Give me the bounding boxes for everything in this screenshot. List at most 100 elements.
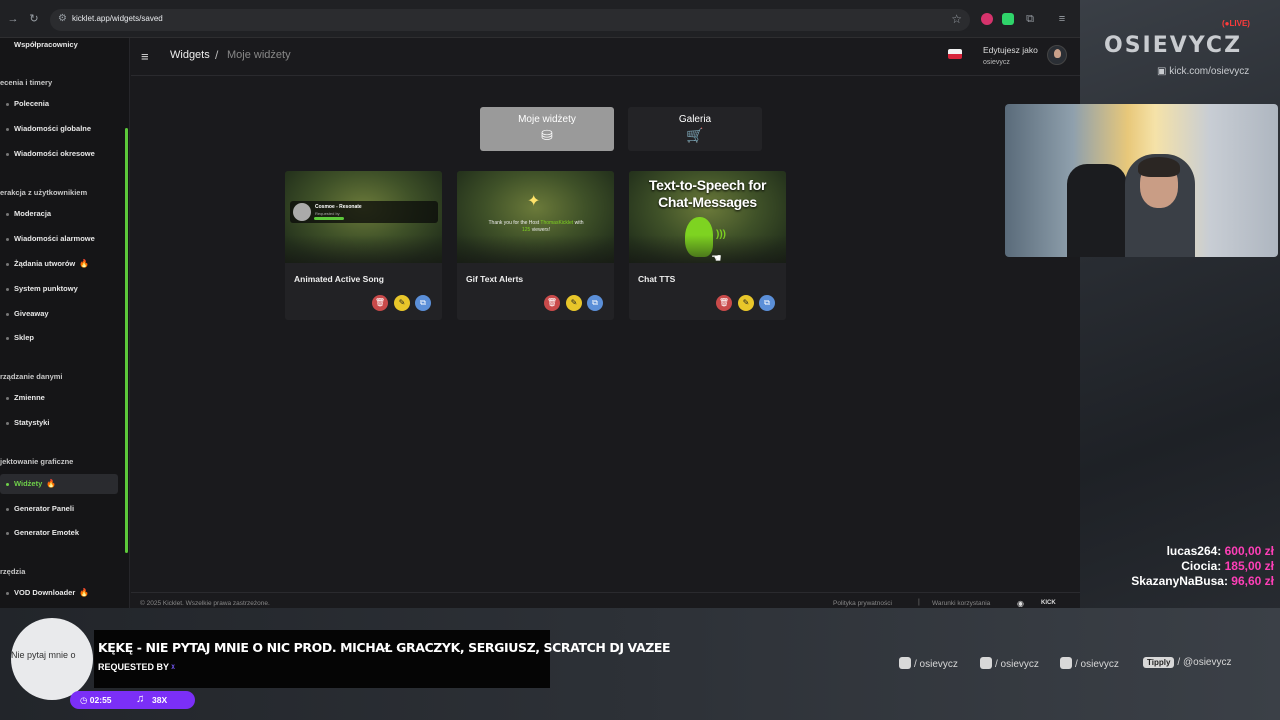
avatar[interactable] — [1047, 45, 1067, 65]
url-text: kicklet.app/widgets/saved — [72, 14, 163, 23]
sidebar-item-zadania-utworow[interactable]: Żądania utworów 🔥 — [0, 254, 118, 274]
bookmark-star-icon[interactable]: ☆ — [951, 12, 962, 26]
extensions-puzzle-icon[interactable]: ⧉ — [1023, 12, 1037, 26]
requested-by-label: REQUESTED BY ᵡ — [98, 662, 175, 672]
sidebar-item-wspolpracownicy[interactable]: Współpracownicy — [0, 35, 118, 55]
sidebar-section-title: rzędzia — [0, 567, 26, 576]
sidebar-item-statystyki[interactable]: Statystyki — [0, 413, 118, 433]
browser-toolbar: → ↻ ⚙ kicklet.app/widgets/saved ☆ ⧉ ≡ — [0, 0, 1080, 38]
fire-icon: 🔥 — [79, 588, 90, 597]
sidebar-scrollbar[interactable] — [125, 128, 128, 553]
donor-entry: Ciocia: 185,00 zł — [1181, 559, 1274, 573]
widget-card-gif-text-alerts[interactable]: ✦ Thank you for the Host ThomasKicklet w… — [457, 171, 614, 320]
privacy-link[interactable]: Polityka prywatności — [833, 600, 892, 607]
sidebar-item-polecenia[interactable]: Polecenia — [0, 94, 118, 114]
extension-red-icon[interactable] — [981, 13, 993, 25]
user-name: osievycz — [983, 59, 1010, 66]
speaking-head-icon — [685, 217, 713, 257]
page-footer: © 2025 Kicklet. Wszelkie prawa zastrzeżo… — [131, 592, 1080, 608]
breadcrumb-widgets[interactable]: Widgets — [170, 49, 210, 61]
album-art: Nie pytaj mnie o — [11, 618, 93, 700]
edit-button[interactable]: ✎ — [566, 295, 582, 311]
now-playing-bar — [94, 630, 550, 688]
alert-preview-text: Thank you for the Host ThomasKicklet wit… — [488, 220, 584, 233]
copy-button[interactable]: ⧉ — [415, 295, 431, 311]
delete-button[interactable]: 🗑 — [716, 295, 732, 311]
widget-preview: Text-to-Speech for Chat-Messages ))) — [629, 171, 786, 263]
site-info-icon[interactable]: ⚙ — [58, 13, 67, 24]
sidebar-section-title: ecenia i timery — [0, 78, 53, 87]
terms-link[interactable]: Warunki korzystania — [932, 600, 990, 607]
main-content: Moje widżety ⛁ Galeria 🛒 Cosmoe - Resona… — [131, 77, 1080, 608]
social-tiktok: / osievycz — [980, 657, 1039, 670]
delete-button[interactable]: 🗑 — [372, 295, 388, 311]
address-bar[interactable]: ⚙ kicklet.app/widgets/saved ☆ — [50, 9, 970, 31]
song-preview-bar: Cosmoe - Resonate Requested by — [290, 201, 438, 223]
tts-preview-title: Text-to-Speech for Chat-Messages — [648, 177, 767, 210]
fire-icon: 🔥 — [79, 259, 90, 268]
social-tipply: Tipply / @osievycz — [1143, 657, 1231, 668]
sidebar-item-widzety[interactable]: Widżety 🔥 — [0, 474, 118, 494]
discord-icon[interactable]: ◉ — [1017, 599, 1024, 608]
sidebar-item-wiadomosci-globalne[interactable]: Wiadomości globalne — [0, 119, 118, 139]
fire-icon: 🔥 — [46, 479, 57, 488]
copy-button[interactable]: ⧉ — [587, 295, 603, 311]
sidebar-item-system-punktowy[interactable]: System punktowy — [0, 279, 118, 299]
menu-toggle-icon[interactable]: ≡ — [141, 49, 149, 64]
sidebar-item-wiadomosci-alarmowe[interactable]: Wiadomości alarmowe — [0, 229, 118, 249]
extension-green-icon[interactable] — [1002, 13, 1014, 25]
sidebar-item-sklep[interactable]: Sklep — [0, 328, 118, 348]
edit-button[interactable]: ✎ — [738, 295, 754, 311]
copy-button[interactable]: ⧉ — [759, 295, 775, 311]
sidebar-section-title: rządzanie danymi — [0, 372, 63, 381]
tiktok-icon — [980, 657, 992, 669]
kick-icon: ▣ — [1157, 66, 1170, 77]
top-header: ≡ Widgets / Moje widżety Edytujesz jako … — [131, 38, 1080, 76]
channel-logo: OSIEVYCZ — [1104, 33, 1243, 58]
widget-title: Chat TTS — [638, 274, 676, 284]
language-flag-icon[interactable] — [948, 49, 962, 59]
social-instagram: / osievycz — [899, 657, 958, 670]
edit-button[interactable]: ✎ — [394, 295, 410, 311]
now-playing-title: KĘKĘ - NIE PYTAJ MNIE O NIC PROD. MICHAŁ… — [98, 640, 671, 655]
footer-separator: | — [918, 599, 920, 606]
sidebar-item-zmienne[interactable]: Zmienne — [0, 388, 118, 408]
widget-card-chat-tts[interactable]: Text-to-Speech for Chat-Messages ))) Cha… — [629, 171, 786, 320]
sidebar: Współpracownicy ecenia i timery Poleceni… — [0, 38, 130, 608]
now-playing-stats: ◷ 02:55 ♫ 38X — [70, 691, 195, 709]
widget-preview: Cosmoe - Resonate Requested by — [285, 171, 442, 263]
instagram-icon — [899, 657, 911, 669]
widget-title: Gif Text Alerts — [466, 274, 524, 284]
tipply-badge: Tipply — [1143, 657, 1175, 668]
reload-icon[interactable]: ↻ — [27, 12, 41, 26]
clock-icon: ◷ — [80, 695, 90, 705]
sidebar-item-generator-emotek[interactable]: Generator Emotek — [0, 523, 118, 543]
cart-icon: 🛒 — [686, 127, 704, 143]
widget-preview: ✦ Thank you for the Host ThomasKicklet w… — [457, 171, 614, 263]
social-youtube: / osievycz — [1060, 657, 1119, 670]
sidebar-item-moderacja[interactable]: Moderacja — [0, 204, 118, 224]
breadcrumb-current: Moje widżety — [227, 49, 291, 61]
hand-cursor-icon: ☚ — [711, 251, 722, 265]
live-badge: (●LIVE) — [1222, 19, 1250, 28]
music-note-icon: ♫ — [136, 693, 145, 705]
editing-as-label: Edytujesz jako — [983, 45, 1038, 55]
sidebar-item-wiadomosci-okresowe[interactable]: Wiadomości okresowe — [0, 144, 118, 164]
sidebar-section-title: erakcja z użytkownikiem — [0, 188, 88, 197]
tab-gallery[interactable]: Galeria 🛒 — [628, 107, 762, 151]
breadcrumb-separator: / — [215, 48, 219, 62]
youtube-icon — [1060, 657, 1072, 669]
sidebar-item-generator-paneli[interactable]: Generator Paneli — [0, 499, 118, 519]
kick-link[interactable]: KICK — [1041, 600, 1056, 606]
media-controls-icon[interactable]: ≡ — [1055, 12, 1069, 26]
sidebar-section-title: jektowanie graficzne — [0, 457, 74, 466]
sidebar-item-vod-downloader[interactable]: VOD Downloader 🔥 — [0, 583, 118, 603]
tab-my-widgets[interactable]: Moje widżety ⛁ — [480, 107, 614, 151]
delete-button[interactable]: 🗑 — [544, 295, 560, 311]
sidebar-item-giveaway[interactable]: Giveaway — [0, 304, 118, 324]
back-arrow-icon[interactable]: → — [6, 12, 20, 26]
database-icon: ⛁ — [541, 127, 553, 143]
kick-channel-link: ▣ kick.com/osievycz — [1157, 66, 1250, 77]
copyright-text: © 2025 Kicklet. Wszelkie prawa zastrzeżo… — [140, 600, 270, 607]
widget-card-animated-active-song[interactable]: Cosmoe - Resonate Requested by Animated … — [285, 171, 442, 320]
